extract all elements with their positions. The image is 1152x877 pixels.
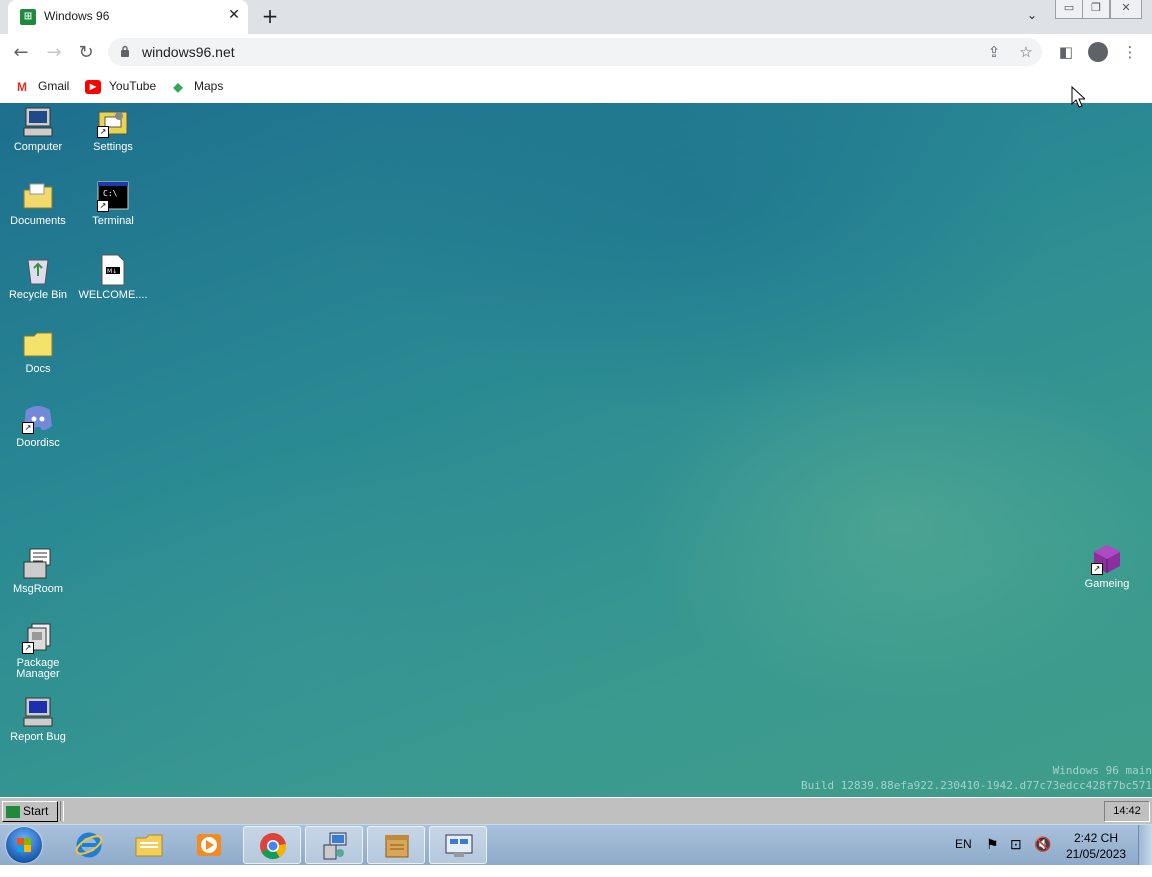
maps-icon: ◆ xyxy=(173,79,183,94)
taskbar-app-archive[interactable] xyxy=(367,826,425,864)
svg-text:M↓: M↓ xyxy=(107,268,117,275)
shortcut-arrow-icon: ↗ xyxy=(1091,563,1103,575)
mouse-cursor-icon xyxy=(1071,86,1085,108)
taskbar-separator xyxy=(60,801,64,821)
windows-logo-icon xyxy=(17,838,31,852)
show-desktop-button[interactable] xyxy=(1138,825,1152,865)
bookmark-maps[interactable]: ◆ Maps xyxy=(170,76,223,96)
shortcut-arrow-icon: ↗ xyxy=(97,200,109,212)
build-info-line2: Build 12839.88efa922.230410-1942.d77c73e… xyxy=(801,779,1152,792)
documents-folder-icon xyxy=(22,180,54,212)
tab-close-icon[interactable]: ✕ xyxy=(226,7,242,23)
restore-icon[interactable]: ❐ xyxy=(1082,0,1110,19)
profile-avatar-icon[interactable] xyxy=(1088,42,1108,62)
desktop-icon-report-bug[interactable]: Report Bug xyxy=(3,696,73,743)
msgroom-icon xyxy=(22,548,54,580)
taskbar-app-network-setup[interactable] xyxy=(305,826,363,864)
youtube-icon: ▶ xyxy=(85,79,101,94)
discord-icon: ↗ xyxy=(22,402,54,434)
taskbar-app-internet-explorer[interactable] xyxy=(60,826,118,864)
folder-icon xyxy=(22,328,54,360)
url-text: windows96.net xyxy=(142,44,235,60)
lock-icon xyxy=(121,45,129,57)
language-indicator[interactable]: EN xyxy=(955,837,972,877)
recycle-bin-icon xyxy=(22,254,54,286)
markdown-file-icon: M↓ xyxy=(97,254,129,286)
shortcut-arrow-icon: ↗ xyxy=(22,642,34,654)
remote-desktop-icon xyxy=(445,834,473,857)
desktop-icon-documents[interactable]: Documents xyxy=(3,180,73,227)
bookmark-youtube[interactable]: ▶ YouTube xyxy=(85,76,156,96)
browser-tabstrip: ⊞ Windows 96 ✕ + ⌄ ▭ ❐ ✕ xyxy=(0,0,1152,34)
desktop-icon-msgroom[interactable]: MsgRoom xyxy=(3,548,73,595)
browser-toolbar: ← → ↻ windows96.net ⇪ ☆ ◧ ⋮ xyxy=(0,34,1152,70)
taskbar-app-file-explorer[interactable] xyxy=(120,826,178,864)
chrome-icon xyxy=(260,833,286,860)
desktop-icon-terminal[interactable]: C:\ ↗ Terminal xyxy=(78,180,148,227)
tab-search-chevron-icon[interactable]: ⌄ xyxy=(1024,8,1040,24)
back-arrow-icon[interactable]: ← xyxy=(10,42,32,64)
clock-time: 2:42 CH xyxy=(1073,831,1119,845)
desktop-icon-docs[interactable]: Docs xyxy=(3,328,73,375)
browser-tab[interactable]: ⊞ Windows 96 ✕ xyxy=(8,0,248,34)
terminal-icon: C:\ ↗ xyxy=(97,180,129,212)
win96-clock: 14:42 xyxy=(1104,801,1150,822)
desktop-icon-computer[interactable]: Computer xyxy=(3,106,73,153)
desktop-icon-settings[interactable]: ↗ Settings xyxy=(78,106,148,153)
desktop-icon-welcome[interactable]: M↓ WELCOME.... xyxy=(78,254,148,301)
menu-kebab-icon[interactable]: ⋮ xyxy=(1120,42,1140,62)
desktop-icon-doordisc[interactable]: ↗ Doordisc xyxy=(3,402,73,449)
gmail-icon: M xyxy=(17,79,27,94)
windows-start-orb[interactable] xyxy=(6,827,42,863)
desktop-icon-package-manager[interactable]: ↗ Package Manager xyxy=(3,622,73,680)
svg-text:C:\: C:\ xyxy=(103,189,118,198)
cube-icon: ↗ xyxy=(1091,543,1123,575)
shortcut-arrow-icon: ↗ xyxy=(22,422,34,434)
win96-logo-icon xyxy=(6,805,20,818)
settings-icon: ↗ xyxy=(97,106,129,138)
volume-muted-icon[interactable]: 🔇 xyxy=(1034,836,1051,876)
windows7-taskbar: EN ⚑ ⊡ 🔇 2:42 CH 21/05/2023 xyxy=(0,824,1152,865)
tab-title: Windows 96 xyxy=(44,9,110,23)
windows96-favicon-icon: ⊞ xyxy=(20,9,36,25)
shortcut-arrow-icon: ↗ xyxy=(97,126,109,138)
win96-start-button[interactable]: Start xyxy=(2,801,58,822)
network-icon[interactable]: ⊡ xyxy=(1010,836,1022,876)
package-manager-icon: ↗ xyxy=(22,622,54,654)
win96-desktop: Computer ↗ Settings Documents C:\ ↗ Term… xyxy=(0,103,1152,797)
taskbar-app-media-player[interactable] xyxy=(180,826,238,864)
internet-explorer-icon xyxy=(75,832,103,858)
win96-taskbar: Start 14:42 xyxy=(0,797,1152,825)
clock-date: 21/05/2023 xyxy=(1066,847,1127,861)
reload-icon[interactable]: ↻ xyxy=(75,42,97,64)
bookmark-star-icon[interactable]: ☆ xyxy=(1018,44,1034,60)
report-bug-icon xyxy=(22,696,54,728)
system-clock[interactable]: 2:42 CH 21/05/2023 xyxy=(1066,830,1126,870)
address-bar[interactable]: windows96.net ⇪ ☆ xyxy=(108,38,1042,66)
side-panel-icon[interactable]: ◧ xyxy=(1056,42,1076,62)
media-player-icon xyxy=(197,834,221,856)
build-info-line1: Windows 96 main xyxy=(1052,764,1152,777)
file-explorer-icon xyxy=(135,834,163,857)
network-setup-icon xyxy=(323,832,347,860)
bookmarks-bar: M Gmail ▶ YouTube ◆ Maps xyxy=(0,70,1152,104)
desktop-icon-gameing[interactable]: ↗ Gameing xyxy=(1072,543,1142,590)
share-icon[interactable]: ⇪ xyxy=(986,44,1002,60)
archive-icon xyxy=(385,835,409,858)
window-close-icon[interactable]: ✕ xyxy=(1110,0,1142,19)
desktop-icon-recycle-bin[interactable]: Recycle Bin xyxy=(3,254,73,301)
minimize-icon[interactable]: ▭ xyxy=(1055,0,1083,19)
bookmark-gmail[interactable]: M Gmail xyxy=(14,76,69,96)
new-tab-button[interactable]: + xyxy=(260,6,280,26)
taskbar-app-chrome[interactable] xyxy=(243,826,301,864)
forward-arrow-icon[interactable]: → xyxy=(43,42,65,64)
computer-icon xyxy=(22,106,54,138)
taskbar-app-remote-desktop[interactable] xyxy=(429,826,487,864)
action-center-flag-icon[interactable]: ⚑ xyxy=(986,836,999,876)
